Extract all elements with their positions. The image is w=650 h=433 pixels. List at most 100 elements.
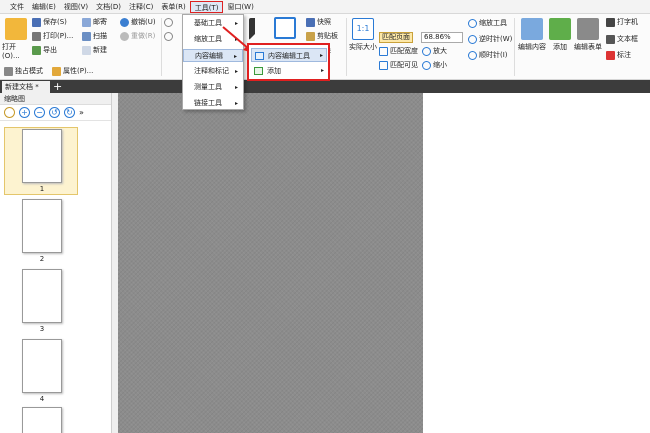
export-button[interactable]: 导出 bbox=[32, 45, 57, 56]
page-thumbnail[interactable] bbox=[22, 269, 62, 323]
export-icon bbox=[32, 46, 41, 55]
edit-form-button[interactable]: 编辑表单 bbox=[573, 18, 603, 52]
zoom-in-icon[interactable]: + bbox=[19, 107, 30, 118]
document-tab[interactable]: 新建文档 * bbox=[2, 81, 50, 93]
fit-page-button[interactable]: 匹配页面 bbox=[379, 32, 413, 43]
clipboard-icon bbox=[306, 32, 315, 41]
fit-width-button[interactable]: 匹配宽度 bbox=[379, 46, 418, 57]
print-button[interactable]: 打印(P)... bbox=[32, 31, 73, 42]
chevron-right-icon: ▸ bbox=[234, 100, 238, 107]
undo-button[interactable]: 撤销(U) bbox=[120, 17, 156, 28]
fit-width-icon bbox=[379, 47, 388, 56]
single-key-mode-button[interactable]: 独占模式 bbox=[4, 66, 43, 77]
edit-content-button[interactable]: 编辑内容 bbox=[516, 18, 548, 52]
menu-item-comment-markup[interactable]: 注释和标记 ▸ bbox=[183, 65, 243, 78]
actual-size-icon: 1:1 bbox=[352, 18, 374, 40]
menu-comment[interactable]: 注释(C) bbox=[125, 1, 157, 13]
forward-icon[interactable] bbox=[164, 31, 175, 42]
clipboard-button[interactable]: 剪贴板 bbox=[306, 31, 338, 42]
back-icon[interactable] bbox=[164, 17, 175, 28]
save-button[interactable]: 保存(S) bbox=[32, 17, 67, 28]
page-thumbnail[interactable] bbox=[22, 407, 62, 433]
menu-window[interactable]: 窗口(W) bbox=[223, 1, 257, 13]
gear-icon[interactable] bbox=[4, 107, 15, 118]
zoom-in-button[interactable]: 放大 bbox=[422, 46, 447, 57]
menu-edit[interactable]: 编辑(E) bbox=[28, 1, 60, 13]
panel-title: 缩略图 bbox=[0, 93, 111, 105]
page-number: 1 bbox=[39, 185, 45, 193]
fit-visible-icon bbox=[379, 61, 388, 70]
add-icon bbox=[254, 67, 263, 75]
annotation-select-button[interactable] bbox=[272, 17, 298, 41]
edit-form-icon bbox=[577, 18, 599, 40]
zoom-level-input[interactable]: 68.86% bbox=[421, 32, 463, 43]
rotate-ccw-button[interactable]: 逆时针(W) bbox=[468, 34, 512, 45]
textbox-button[interactable]: 文本框 bbox=[606, 34, 638, 45]
zoom-tool-button[interactable]: 缩放工具 bbox=[468, 18, 507, 29]
menu-item-link-tools[interactable]: 链接工具 ▸ bbox=[183, 97, 243, 110]
document-page[interactable] bbox=[423, 93, 650, 433]
rotate-cw-button[interactable]: 顺时针(I) bbox=[468, 50, 508, 61]
page-number: 3 bbox=[39, 325, 45, 333]
document-tab-bar: 新建文档 * + bbox=[0, 80, 650, 93]
edit-content-icon bbox=[521, 18, 543, 40]
chevron-right-icon: ▸ bbox=[234, 68, 238, 75]
zoom-out-icon bbox=[422, 61, 431, 70]
printer-icon bbox=[32, 32, 41, 41]
page-thumbnail[interactable] bbox=[22, 129, 62, 183]
menu-item-measure-tools[interactable]: 测量工具 ▸ bbox=[183, 81, 243, 94]
typewriter-button[interactable]: 打字机 bbox=[606, 17, 638, 28]
properties-icon bbox=[52, 67, 61, 76]
rotate-left-icon bbox=[468, 35, 477, 44]
properties-button[interactable]: 属性(P)... bbox=[52, 66, 93, 77]
menu-file[interactable]: 文件 bbox=[6, 1, 28, 13]
page-thumbnail[interactable] bbox=[22, 339, 62, 393]
snapshot-button[interactable]: 快照 bbox=[306, 17, 331, 28]
new-doc-icon bbox=[82, 46, 91, 55]
mark-button[interactable]: 标注 bbox=[606, 50, 631, 61]
add-text-icon bbox=[549, 18, 571, 40]
textbox-icon bbox=[606, 35, 615, 44]
redo-button[interactable]: 重做(R) bbox=[120, 31, 155, 42]
menu-bar: 文件 编辑(E) 视图(V) 文档(D) 注释(C) 表单(R) 工具(T) 窗… bbox=[0, 0, 650, 14]
actual-size-button[interactable]: 1:1 实际大小 bbox=[349, 18, 377, 52]
menu-item-add[interactable]: 添加 ▸ bbox=[251, 64, 327, 78]
fit-visible-button[interactable]: 匹配可见 bbox=[379, 60, 418, 71]
callout-icon bbox=[606, 51, 615, 60]
chevron-right-icon: ▸ bbox=[320, 67, 324, 74]
magnifier-icon bbox=[468, 19, 477, 28]
zoom-out-icon[interactable]: − bbox=[34, 107, 45, 118]
folder-icon bbox=[5, 18, 27, 40]
open-button[interactable]: 打开(O)... bbox=[2, 18, 30, 60]
select-annotation-icon bbox=[274, 17, 296, 39]
scan-button[interactable]: 扫描 bbox=[82, 31, 107, 42]
ribbon-separator bbox=[161, 18, 162, 76]
page-number: 4 bbox=[39, 395, 45, 403]
menu-document[interactable]: 文档(D) bbox=[92, 1, 125, 13]
menu-tools[interactable]: 工具(T) bbox=[189, 0, 224, 13]
add-tab-button[interactable]: + bbox=[53, 80, 62, 93]
rotate-left-icon[interactable]: ↺ bbox=[49, 107, 60, 118]
undo-icon bbox=[120, 18, 129, 27]
mail-button[interactable]: 邮寄 bbox=[82, 17, 107, 28]
new-button[interactable]: 新建 bbox=[82, 45, 107, 56]
edit-text-icon bbox=[255, 52, 264, 60]
rotate-right-icon[interactable]: ↻ bbox=[64, 107, 75, 118]
page-thumbnail[interactable] bbox=[22, 199, 62, 253]
zoom-out-button[interactable]: 缩小 bbox=[422, 60, 447, 71]
chevron-double-down-icon[interactable]: » bbox=[79, 108, 84, 117]
ribbon-separator bbox=[346, 18, 347, 76]
thumbnail-panel: 缩略图 + − ↺ ↻ » 1 2 3 4 bbox=[0, 93, 112, 433]
add-button[interactable]: 添加 bbox=[549, 18, 571, 52]
thumbnail-toolbar: + − ↺ ↻ » bbox=[0, 105, 111, 121]
rotate-right-icon bbox=[468, 51, 477, 60]
menu-view[interactable]: 视图(V) bbox=[60, 1, 92, 13]
menu-item-content-edit-tools[interactable]: 内容编辑工具 ▸ bbox=[251, 48, 327, 62]
menu-form[interactable]: 表单(R) bbox=[157, 1, 189, 13]
zoom-in-icon bbox=[422, 47, 431, 56]
document-canvas[interactable] bbox=[118, 93, 423, 433]
scanner-icon bbox=[82, 32, 91, 41]
typewriter-icon bbox=[606, 18, 615, 27]
camera-icon bbox=[306, 18, 315, 27]
content-editing-submenu: 内容编辑工具 ▸ 添加 ▸ bbox=[247, 43, 330, 81]
